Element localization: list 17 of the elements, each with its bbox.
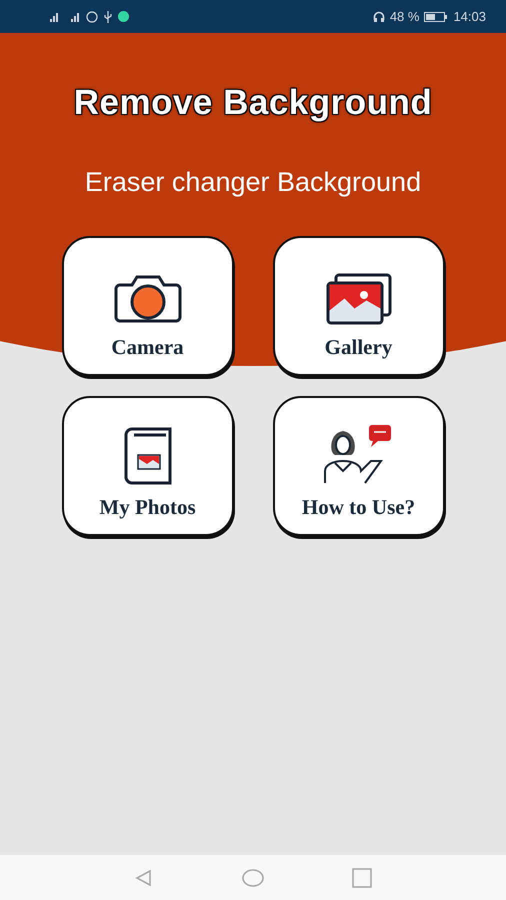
menu-tile[interactable]: How to Use? <box>272 396 444 536</box>
menu-tile[interactable]: My Photos <box>62 396 234 536</box>
camera-icon <box>112 273 184 325</box>
notification-dot-icon <box>118 11 129 22</box>
usb-icon <box>103 10 113 22</box>
photos-icon <box>324 273 394 325</box>
battery-percent: 48 % <box>390 9 420 24</box>
recents-icon[interactable] <box>352 868 372 888</box>
battery-icon <box>424 10 448 22</box>
menu-tile[interactable]: Gallery <box>272 236 444 376</box>
back-icon[interactable] <box>134 868 154 888</box>
home-icon[interactable] <box>242 868 264 886</box>
app-subtitle: Eraser changer Background <box>84 167 422 198</box>
headphones-icon <box>372 10 385 22</box>
menu-tile[interactable]: Camera <box>62 236 234 376</box>
clock-time: 14:03 <box>453 9 486 24</box>
app-title: Remove Background <box>74 83 432 123</box>
